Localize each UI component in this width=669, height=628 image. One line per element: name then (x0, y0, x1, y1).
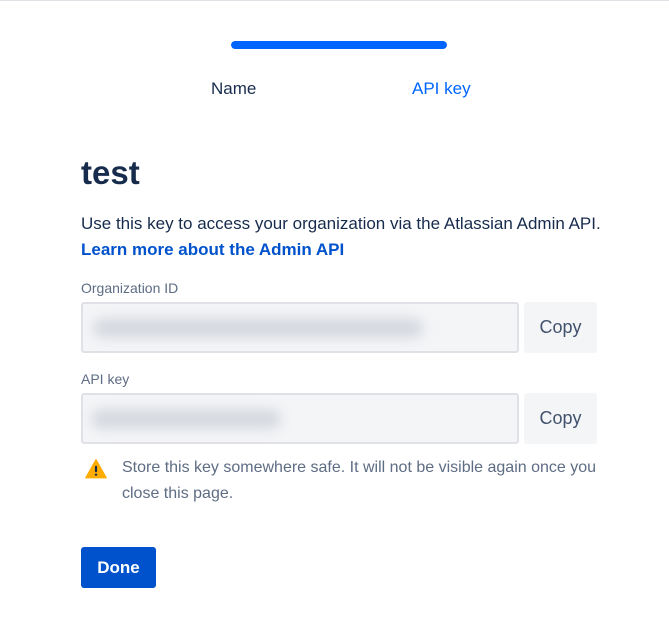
step-api-key: API key (412, 79, 471, 98)
create-api-key-page: Name API key test Use this key to access… (0, 0, 669, 628)
warning-icon (85, 459, 107, 479)
step-name: Name (211, 79, 257, 98)
organization-id-field[interactable] (81, 302, 519, 353)
description-text: Use this key to access your organization… (81, 214, 601, 233)
redacted-value (93, 318, 423, 338)
progress-tracker (231, 41, 447, 49)
done-button[interactable]: Done (81, 547, 156, 588)
learn-more-link[interactable]: Learn more about the Admin API (81, 240, 344, 259)
redacted-value (91, 409, 281, 429)
copy-api-key-button[interactable]: Copy (524, 393, 597, 444)
api-key-field[interactable] (81, 393, 519, 444)
page-title: test (81, 154, 140, 191)
progress-fill (231, 41, 447, 49)
warning-message: Store this key somewhere safe. It will n… (122, 459, 597, 502)
organization-id-label: Organization ID (81, 280, 179, 296)
description: Use this key to access your organization… (81, 211, 621, 263)
copy-organization-id-button[interactable]: Copy (524, 302, 597, 353)
api-key-label: API key (81, 371, 130, 387)
